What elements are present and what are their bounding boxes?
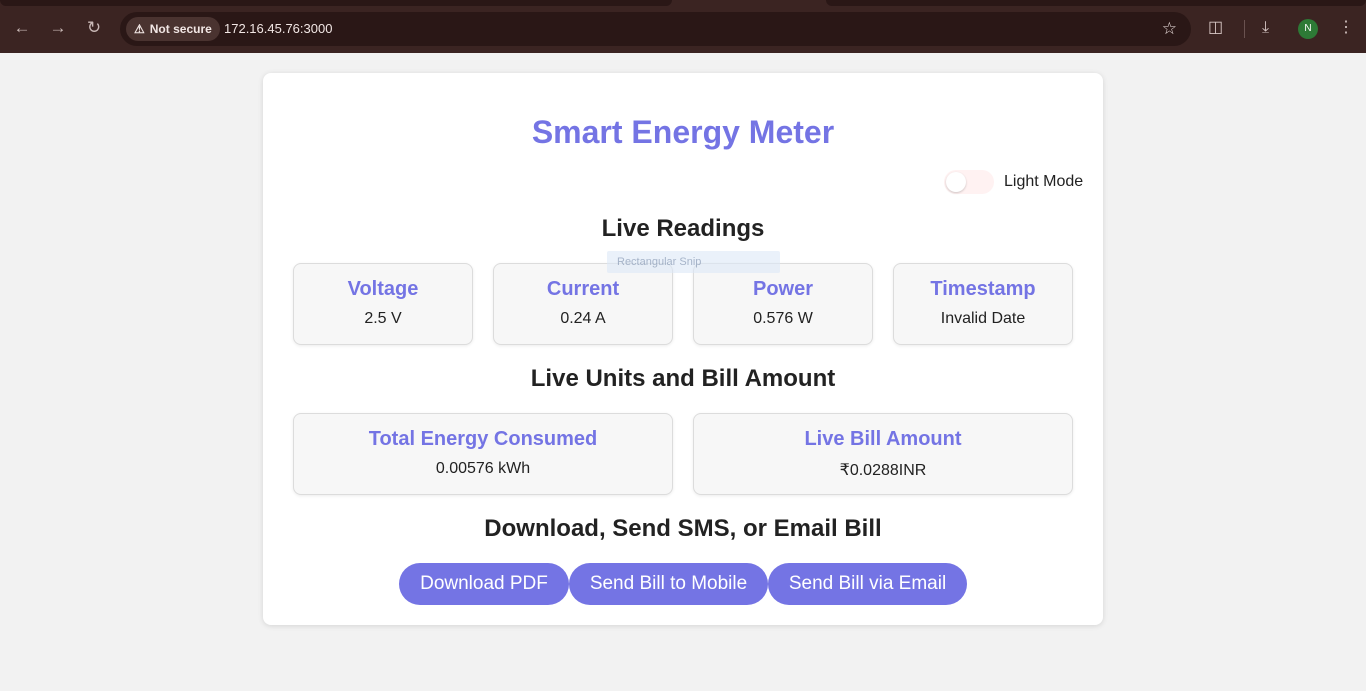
reading-value: 2.5 V: [364, 310, 402, 327]
theme-toggle-label: Light Mode: [1004, 173, 1084, 190]
units-heading: Live Units and Bill Amount: [530, 365, 836, 392]
summary-value: 0.00576 kWh: [435, 460, 531, 477]
snip-overlay: Rectangular Snip: [607, 251, 780, 273]
reload-icon[interactable]: ↻: [83, 17, 105, 39]
tab-strip: [826, 0, 1366, 6]
reading-card-voltage: Voltage 2.5 V: [293, 263, 473, 345]
tab-strip: [0, 0, 672, 6]
bookmark-star-icon[interactable]: ☆: [1162, 12, 1177, 46]
reading-label: Voltage: [347, 278, 419, 300]
toolbar-divider: [1244, 20, 1245, 38]
reading-label: Power: [752, 278, 814, 300]
profile-avatar[interactable]: N: [1298, 19, 1318, 39]
reading-card-timestamp: Timestamp Invalid Date: [893, 263, 1073, 345]
reading-value: Invalid Date: [940, 310, 1026, 327]
send-email-button[interactable]: Send Bill via Email: [768, 563, 967, 605]
send-mobile-button[interactable]: Send Bill to Mobile: [569, 563, 768, 605]
summary-label: Total Energy Consumed: [368, 428, 598, 450]
url-text[interactable]: 172.16.45.76:3000: [224, 12, 332, 46]
reading-label: Timestamp: [930, 278, 1036, 300]
summary-value: ₹0.0288INR: [839, 462, 927, 479]
reading-value: 0.576 W: [753, 310, 813, 327]
download-icon[interactable]: ⤓: [1262, 17, 1269, 39]
page-title: Smart Energy Meter: [531, 114, 835, 150]
live-readings-heading: Live Readings: [601, 215, 765, 242]
security-label: Not secure: [149, 22, 212, 36]
back-icon[interactable]: ←: [11, 17, 33, 39]
forward-icon[interactable]: →: [47, 17, 69, 39]
summary-label: Live Bill Amount: [804, 428, 962, 450]
theme-switch[interactable]: [944, 170, 994, 194]
summary-card-bill: Live Bill Amount ₹0.0288INR: [693, 413, 1073, 495]
switch-knob: [946, 172, 966, 192]
summary-card-energy: Total Energy Consumed 0.00576 kWh: [293, 413, 673, 495]
reading-label: Current: [546, 278, 620, 300]
download-pdf-button[interactable]: Download PDF: [399, 563, 569, 605]
browser-toolbar: ← → ↻ ⚠ Not secure 172.16.45.76:3000 ☆ ◫…: [0, 0, 1366, 53]
reading-card-current: Current 0.24 A: [493, 263, 673, 345]
theme-toggle[interactable]: Light Mode: [944, 170, 1083, 194]
reading-value: 0.24 A: [560, 310, 606, 327]
security-chip[interactable]: ⚠ Not secure: [126, 17, 220, 41]
warning-icon: ⚠: [134, 22, 145, 36]
reading-card-power: Power 0.576 W: [693, 263, 873, 345]
menu-icon[interactable]: ⋮: [1338, 17, 1354, 39]
extensions-icon[interactable]: ◫: [1208, 17, 1223, 39]
address-bar[interactable]: ⚠ Not secure 172.16.45.76:3000 ☆: [120, 12, 1191, 46]
actions-heading: Download, Send SMS, or Email Bill: [484, 515, 882, 542]
